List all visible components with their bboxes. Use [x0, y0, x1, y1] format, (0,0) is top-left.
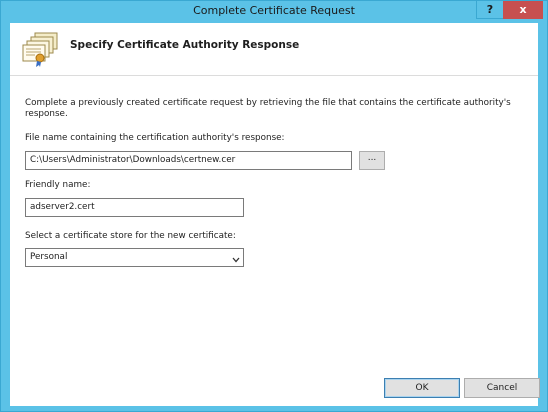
close-button[interactable]: x	[503, 1, 543, 19]
dialog-window: Complete Certificate Request ? x Specify…	[0, 0, 548, 412]
certificate-store-select[interactable]: Personal	[25, 248, 244, 267]
cancel-button[interactable]: Cancel	[464, 378, 540, 398]
description-text: Complete a previously created certificat…	[25, 98, 511, 119]
window-title: Complete Certificate Request	[193, 4, 355, 17]
chevron-down-icon	[232, 254, 240, 263]
file-name-input[interactable]: C:\Users\Administrator\Downloads\certnew…	[25, 151, 352, 170]
title-bar[interactable]: Complete Certificate Request ? x	[1, 1, 547, 23]
ok-button[interactable]: OK	[384, 378, 460, 398]
file-name-label: File name containing the certification a…	[25, 133, 285, 143]
dialog-client-area: Specify Certificate Authority Response C…	[10, 23, 540, 406]
certificate-store-value: Personal	[30, 252, 68, 262]
friendly-name-input[interactable]: adserver2.cert	[25, 198, 244, 217]
friendly-name-label: Friendly name:	[25, 180, 91, 190]
certificate-store-label: Select a certificate store for the new c…	[25, 231, 236, 241]
browse-button[interactable]: ...	[359, 151, 385, 170]
wizard-header: Specify Certificate Authority Response	[10, 23, 538, 76]
certificate-stack-icon	[21, 29, 61, 69]
wizard-page-title: Specify Certificate Authority Response	[70, 39, 300, 51]
help-button[interactable]: ?	[476, 1, 503, 19]
